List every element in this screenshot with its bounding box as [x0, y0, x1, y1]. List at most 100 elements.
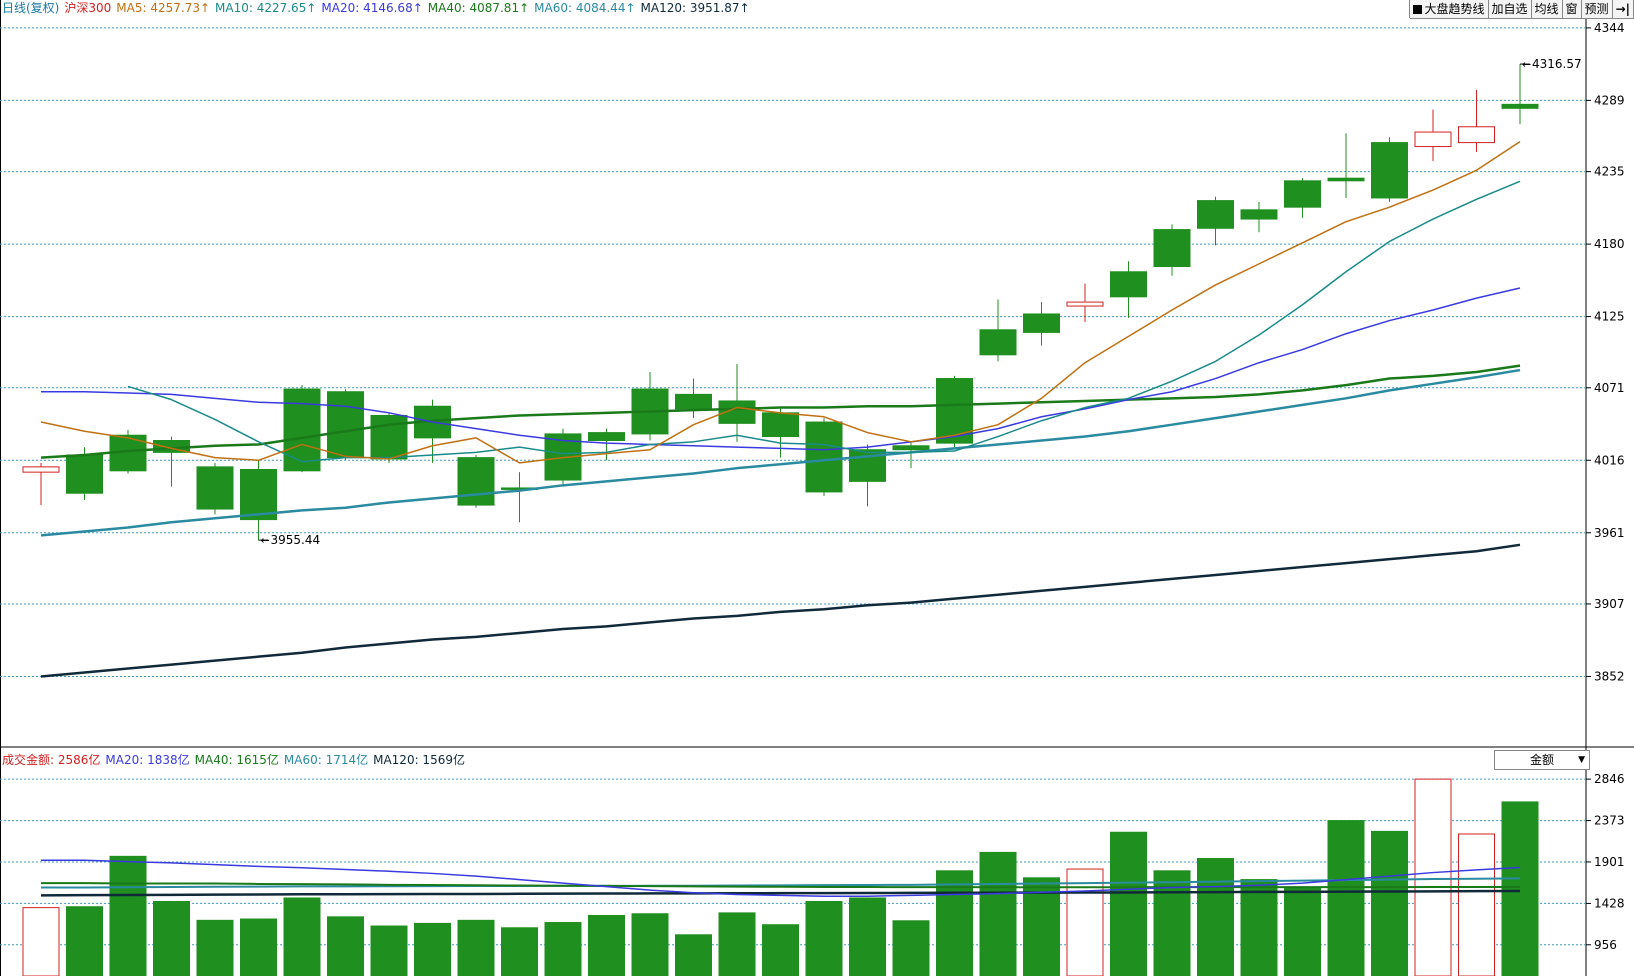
candle-body[interactable]: [22, 466, 60, 473]
price-tick-label: 4125: [1594, 310, 1625, 324]
volume-bar[interactable]: [1284, 887, 1321, 976]
volume-bar[interactable]: [1371, 830, 1408, 976]
candle-body[interactable]: [66, 454, 103, 494]
ma120-line: [40, 543, 1521, 678]
volume-bar[interactable]: [66, 906, 103, 976]
price-ma-legend-item-4: MA60: 4084.44↑: [534, 1, 636, 15]
add-watchlist-button[interactable]: 加自选: [1488, 0, 1532, 19]
volume-bar[interactable]: [1066, 868, 1104, 976]
low-arrow-icon: ←: [261, 534, 270, 547]
volume-bar[interactable]: [501, 927, 538, 976]
candle-body[interactable]: [1327, 177, 1365, 182]
volume-bar[interactable]: [1240, 879, 1278, 976]
candle-body[interactable]: [1240, 209, 1278, 220]
candle-body[interactable]: [588, 432, 625, 442]
volume-type-value: 金额: [1529, 753, 1554, 767]
volume-bar[interactable]: [283, 897, 321, 976]
forecast-button[interactable]: 预测: [1581, 0, 1613, 19]
candle-body[interactable]: [979, 329, 1017, 356]
candle-body[interactable]: [1501, 103, 1539, 109]
price-tick-label: 4235: [1594, 165, 1625, 179]
kline-chart[interactable]: 4344 4289 4235 4180 4125 4071 4016 3961 3907 3852…: [0, 0, 1634, 976]
volume-tick-label: 2846: [1594, 772, 1625, 786]
candle-body[interactable]: [892, 445, 930, 451]
volume-bar[interactable]: [1110, 831, 1147, 976]
volume-bar[interactable]: [762, 924, 799, 976]
volume-type-select[interactable]: 金额 ▼: [1494, 750, 1590, 770]
volume-bar[interactable]: [1197, 858, 1234, 976]
volume-bar[interactable]: [849, 897, 886, 976]
volume-ma-legend-item-1: MA40: 1615亿: [194, 753, 279, 767]
price-ma-legend-item-5: MA120: 3951.87↑: [640, 1, 750, 15]
dropdown-arrow-icon: ▼: [1578, 755, 1585, 765]
volume-legend: 成交金额: 2586亿 MA20: 1838亿 MA40: 1615亿 MA60: 1…: [2, 752, 475, 768]
volume-bar[interactable]: [414, 922, 451, 976]
candle-body[interactable]: [196, 466, 234, 510]
volume-bar[interactable]: [979, 851, 1017, 976]
volume-bar[interactable]: [805, 900, 843, 976]
price-tick-label: 3852: [1594, 669, 1625, 683]
volume-bar[interactable]: [675, 934, 712, 976]
volume-bar[interactable]: [1501, 801, 1539, 976]
high-price-label: 4316.57: [1532, 57, 1582, 71]
volume-bar[interactable]: [153, 900, 190, 976]
candle-body[interactable]: [1458, 126, 1495, 144]
price-tick-label: 3961: [1594, 526, 1625, 540]
candle-body[interactable]: [675, 393, 712, 410]
price-tick-label: 4289: [1594, 93, 1625, 107]
volume-bar[interactable]: [457, 919, 495, 976]
candle-body[interactable]: [1414, 131, 1452, 148]
exit-icon[interactable]: →|: [1612, 0, 1634, 19]
avg-line-button[interactable]: 均线: [1531, 0, 1563, 19]
candle-body[interactable]: [1110, 271, 1147, 298]
volume-bar[interactable]: [22, 907, 60, 976]
volume-bar[interactable]: [196, 919, 234, 976]
price-tick-label: 4016: [1594, 453, 1625, 467]
candle-body[interactable]: [457, 457, 495, 506]
candle-body[interactable]: [762, 412, 799, 438]
symbol-label: 沪深300: [64, 1, 112, 15]
low-price-label: 3955.44: [271, 533, 321, 547]
volume-tick-label: 1428: [1594, 896, 1625, 910]
high-arrow-icon: ←: [1522, 58, 1531, 71]
price-ma-legend-item-2: MA20: 4146.68↑: [321, 1, 423, 15]
volume-ma-legend-item-3: MA120: 1569亿: [373, 753, 465, 767]
volume-bar[interactable]: [1327, 820, 1365, 976]
volume-bar[interactable]: [544, 922, 582, 976]
candle-body[interactable]: [283, 388, 321, 472]
candle-body[interactable]: [1023, 313, 1060, 333]
price-legend: 日线(复权) 沪深300 MA5: 4257.73↑ MA10: 4227.65↑ MA…: [2, 0, 760, 16]
window-button[interactable]: 窗: [1562, 0, 1582, 19]
price-tick-label: 4071: [1594, 381, 1625, 395]
candle-body[interactable]: [1153, 229, 1191, 268]
candle-body[interactable]: [1284, 180, 1321, 208]
candle-body[interactable]: [936, 378, 973, 444]
volume-bar[interactable]: [588, 915, 625, 976]
candle-body[interactable]: [327, 391, 364, 459]
price-tick-label: 4344: [1594, 21, 1625, 35]
volume-bar[interactable]: [718, 912, 756, 976]
volume-tick-label: 2373: [1594, 814, 1625, 828]
candle-body[interactable]: [370, 414, 408, 460]
volume-bar[interactable]: [1414, 778, 1452, 976]
volume-bar[interactable]: [1458, 833, 1495, 976]
volume-bar[interactable]: [109, 855, 147, 976]
candle-body[interactable]: [1371, 142, 1408, 199]
volume-bar[interactable]: [370, 925, 408, 976]
chart-toolbar: 大盘趋势线 加自选 均线 窗 预测 →|: [1409, 0, 1634, 19]
volume-bar[interactable]: [240, 918, 277, 976]
price-ma-legend-item-0: MA5: 4257.73↑: [116, 1, 211, 15]
volume-bar[interactable]: [892, 920, 930, 976]
volume-title: 成交金额: 2586亿: [2, 753, 101, 767]
volume-ma-legend-item-2: MA60: 1714亿: [283, 753, 369, 767]
candle-body[interactable]: [805, 421, 843, 493]
candle-body[interactable]: [1066, 301, 1104, 307]
trend-square-icon: [1413, 5, 1423, 14]
price-ma-legend-item-1: MA10: 4227.65↑: [215, 1, 317, 15]
price-ma-legend-item-3: MA40: 4087.81↑: [427, 1, 530, 15]
volume-bar[interactable]: [327, 916, 364, 976]
trend-line-button[interactable]: 大盘趋势线: [1410, 0, 1489, 19]
candle-body[interactable]: [1197, 200, 1234, 229]
trend-line-label: 大盘趋势线: [1424, 2, 1485, 16]
volume-bar[interactable]: [631, 913, 669, 976]
